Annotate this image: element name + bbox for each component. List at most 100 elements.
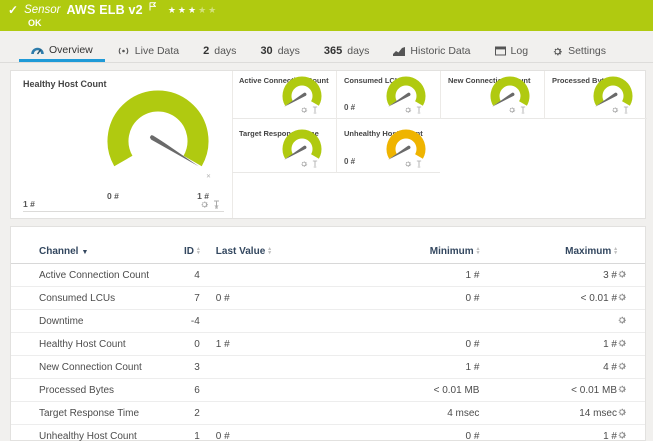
pin-icon[interactable] [623,106,629,114]
column-header-last-value[interactable]: Last Value ▴ ▾ [199,241,320,264]
pin-icon[interactable] [312,160,318,168]
channel-maximum: 3 # [479,263,617,287]
pin-icon[interactable] [520,106,526,114]
column-header-minimum[interactable]: Minimum ▴ ▾ [319,241,480,264]
gauge-settings-gear-icon[interactable] [404,160,412,168]
gauges-panel: Healthy Host Count ✕ 0 # 1 # 1 # Active … [10,70,647,219]
channel-name[interactable]: Unhealthy Host Count [11,424,158,441]
star-empty-icon[interactable]: ★ [208,5,217,16]
tab-label: Log [510,45,529,57]
pin-icon[interactable] [213,200,220,209]
sort-desc-icon[interactable]: ▼ [81,249,88,256]
sort-icon[interactable]: ▴ ▾ [268,247,271,257]
channel-id: 2 [157,401,200,425]
channel-last-value [199,263,320,287]
column-header-channel[interactable]: Channel ▼ [11,241,158,264]
channel-settings-gear-icon[interactable] [617,315,627,325]
tab-settings[interactable]: Settings [540,40,618,62]
table-row[interactable]: Active Connection Count 4 1 # 3 # [11,263,645,287]
tab-2-days[interactable]: 2 days [191,40,248,62]
channel-id: 7 [157,286,200,310]
channel-table-panel: Channel ▼ ID ▴ ▾ Last Value ▴ ▾ Minimum ▴ ▾ Max… [10,226,646,441]
column-header-maximum[interactable]: Maximum ▴ ▾ [479,241,617,264]
channel-name[interactable]: Healthy Host Count [11,332,158,356]
channel-settings-gear-icon[interactable] [617,407,627,417]
channel-settings-gear-icon[interactable] [617,384,627,394]
channel-settings-gear-icon[interactable] [617,361,627,371]
channel-name[interactable]: Consumed LCUs [11,286,158,310]
table-row[interactable]: New Connection Count 3 1 # 4 # [11,355,645,379]
gauge-arc [593,76,633,106]
channel-minimum: 1 # [319,263,480,287]
channel-minimum: 0 # [319,424,480,441]
gauge-arc [386,76,426,106]
sensor-tab-bar: Overview Live Data 2 days 30 days 365 da… [0,40,653,63]
gauge-arc [490,76,530,106]
channel-id: 4 [157,263,200,287]
table-row[interactable]: Consumed LCUs 7 0 # 0 # < 0.01 # [11,286,645,310]
sort-icon[interactable]: ▴ ▾ [477,247,480,257]
tab-live-data[interactable]: Live Data [105,40,191,62]
tab-365-days[interactable]: 365 days [312,40,382,62]
gauge-settings-gear-icon[interactable] [611,106,619,114]
channel-name[interactable]: Target Response Time [11,401,158,425]
channel-settings-gear-icon[interactable] [617,269,627,279]
star-filled-icon[interactable]: ★ [188,5,197,16]
sensor-status-text: OK [28,18,42,28]
channel-name[interactable]: Active Connection Count [11,263,158,287]
tab-label: Settings [568,45,607,57]
table-row[interactable]: Healthy Host Count 0 1 # 0 # 1 # [11,332,645,356]
star-filled-icon[interactable]: ★ [178,5,187,16]
star-filled-icon[interactable]: ★ [168,5,177,16]
tab-label: Overview [49,43,93,56]
sort-icon[interactable]: ▴ ▾ [197,247,200,257]
channel-maximum: 1 # [479,332,617,356]
star-empty-icon[interactable]: ★ [198,5,207,16]
channel-id: 6 [157,378,200,402]
channel-last-value [199,378,320,402]
channel-maximum: 4 # [479,355,617,379]
channel-settings-gear-icon[interactable] [617,292,627,302]
channel-last-value: 0 # [199,424,320,441]
column-header-actions [617,241,645,264]
table-row[interactable]: Downtime -4 [11,309,645,333]
tab-log[interactable]: Log [483,40,541,62]
channel-name[interactable]: New Connection Count [11,355,158,379]
tab-overview[interactable]: Overview [19,40,105,62]
channel-id: 3 [157,355,200,379]
gauge-card-processed-bytes: Processed Bytes [544,71,647,119]
primary-gauge-cell: Healthy Host Count ✕ 0 # 1 # 1 # [11,71,233,218]
channel-minimum: 0 # [319,332,480,356]
gauge-arc [282,129,322,159]
channel-last-value: 1 # [199,332,320,356]
table-row[interactable]: Processed Bytes 6 < 0.01 MB < 0.01 MB [11,378,645,402]
table-row[interactable]: Target Response Time 2 4 msec 14 msec [11,401,645,425]
tab-30-days[interactable]: 30 days [248,40,311,62]
gauge-settings-gear-icon[interactable] [300,106,308,114]
channel-name[interactable]: Processed Bytes [11,378,158,402]
channel-settings-gear-icon[interactable] [617,430,627,440]
channel-maximum: 14 msec [479,401,617,425]
pin-icon[interactable] [312,106,318,114]
channel-last-value [199,355,320,379]
gauge-value-marker[interactable]: ✕ [206,173,211,180]
gauge-settings-gear-icon[interactable] [404,106,412,114]
channel-id: 1 [157,424,200,441]
column-header-id[interactable]: ID ▴ ▾ [157,241,200,264]
tab-historic-data[interactable]: Historic Data [381,40,482,62]
channel-id: -4 [157,309,200,333]
gauge-arc [107,90,209,167]
channel-name[interactable]: Downtime [11,309,158,333]
priority-stars[interactable]: ★ ★ ★ ★ ★ [168,5,217,16]
gauge-settings-gear-icon[interactable] [200,200,209,209]
pin-icon[interactable] [416,160,422,168]
channel-settings-gear-icon[interactable] [617,338,627,348]
priority-flag-icon[interactable] [149,0,157,16]
table-row[interactable]: Unhealthy Host Count 1 0 # 0 # 1 # [11,424,645,441]
pin-icon[interactable] [416,106,422,114]
gauge-settings-gear-icon[interactable] [300,160,308,168]
gauge-settings-gear-icon[interactable] [508,106,516,114]
channel-table: Channel ▼ ID ▴ ▾ Last Value ▴ ▾ Minimum ▴ ▾ Max… [11,241,645,441]
sort-icon[interactable]: ▴ ▾ [614,247,617,257]
tab-number: 30 [260,45,273,57]
